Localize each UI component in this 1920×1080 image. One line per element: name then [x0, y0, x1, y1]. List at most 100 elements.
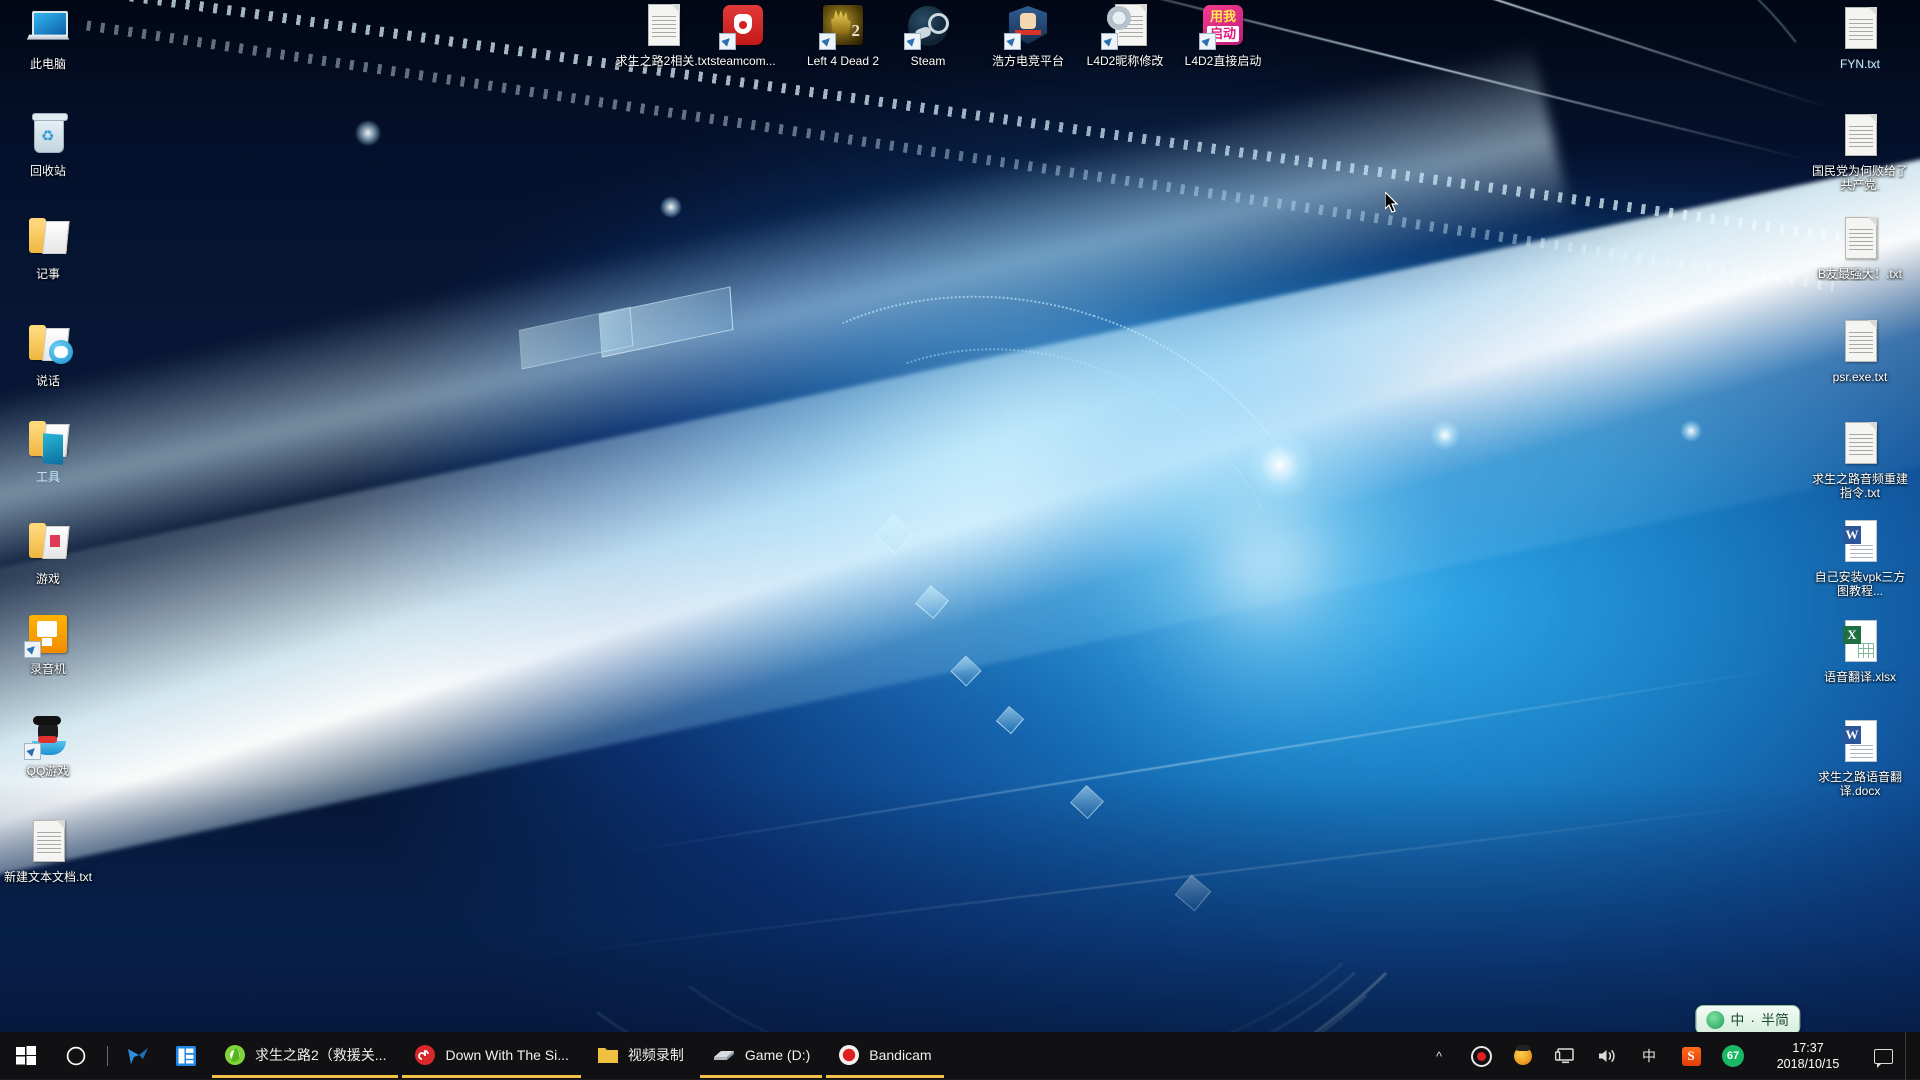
show-desktop-button[interactable] — [1905, 1032, 1914, 1080]
desktop-icon-9[interactable]: 新建文本文档.txt — [0, 818, 96, 884]
driver-booster-icon: 67 — [1722, 1045, 1744, 1067]
taskbar-task-label: 视频录制 — [627, 1046, 684, 1063]
steamcommunity-icon — [719, 2, 767, 50]
desktop-icon-label: 求生之路音频重建指令.txt — [1812, 472, 1908, 500]
tray-volume-icon[interactable] — [1587, 1032, 1627, 1080]
desktop-icon-4[interactable]: 说话 — [0, 322, 96, 388]
taskbar-task-4[interactable]: Game (D:) — [699, 1035, 823, 1078]
ime-floating-bar[interactable]: 中 · 半简 — [1695, 1005, 1800, 1035]
shortcut-overlay-icon — [24, 641, 41, 658]
desktop-wallpaper — [0, 0, 1920, 1080]
text-file-icon — [24, 818, 72, 866]
start-button[interactable] — [0, 1032, 52, 1080]
tray-ime-mode[interactable]: 中 — [1629, 1032, 1669, 1080]
record-dot-icon — [1470, 1045, 1492, 1067]
taskbar-clock[interactable]: 17:37 2018/10/15 — [1755, 1032, 1861, 1080]
desktop-icon-top-5[interactable]: 浩方电竞平台 — [980, 2, 1076, 68]
steam-icon — [904, 2, 952, 50]
l4d2-launcher-icon: 用我 启动 — [1199, 2, 1247, 50]
taskbar-task-5[interactable]: Bandicam — [826, 1035, 944, 1078]
text-file-icon — [1836, 420, 1884, 468]
desktop-icon-right-3[interactable]: B友最强大！.txt — [1812, 215, 1908, 281]
volume-icon — [1599, 1049, 1615, 1063]
folder-icon — [24, 215, 72, 263]
haofang-esports-icon — [1004, 2, 1052, 50]
tray-sogou-icon[interactable]: S — [1671, 1032, 1711, 1080]
desktop-icon-right-1[interactable]: FYN.txt — [1812, 5, 1908, 71]
excel-document-icon: X — [1836, 618, 1884, 666]
folder-icon — [24, 418, 72, 466]
folder-wechat-icon — [24, 322, 73, 370]
desktop-icon-top-2[interactable]: steamcom... — [695, 2, 791, 68]
folder-window-icon — [597, 1045, 619, 1065]
cortana-search-button[interactable] — [52, 1032, 100, 1080]
text-file-icon — [1845, 7, 1877, 49]
taskbar-task-2[interactable]: Down With The Si... — [402, 1035, 581, 1078]
taskbar-pinned-browser[interactable] — [114, 1032, 162, 1080]
blue-app-icon — [176, 1046, 196, 1066]
desktop-icon-label: 说话 — [35, 374, 60, 388]
desktop-icon-right-6[interactable]: W 自己安装vpk三方图教程... — [1812, 518, 1908, 598]
desktop-icon-6[interactable]: 游戏 — [0, 520, 96, 586]
desktop-icon-label: psr.exe.txt — [1832, 370, 1888, 384]
desktop-icon-label: B友最强大！.txt — [1817, 267, 1902, 281]
tray-qq-icon[interactable] — [1503, 1032, 1543, 1080]
tray-bandicam-record-icon[interactable] — [1461, 1032, 1501, 1080]
taskbar-task-label: 求生之路2（救援关... — [255, 1046, 387, 1063]
desktop-icon-5[interactable]: 工具 — [0, 418, 96, 484]
desktop-icon-right-7[interactable]: X 语音翻译.xlsx — [1812, 618, 1908, 684]
desktop-icon-top-4[interactable]: Steam — [880, 2, 976, 68]
desktop-icon-label: 回收站 — [29, 164, 66, 178]
desktop-icon-top-7[interactable]: 用我 启动 L4D2直接启动 — [1175, 2, 1271, 68]
desktop-icon-top-3[interactable]: 2 Left 4 Dead 2 — [795, 2, 891, 68]
shortcut-overlay-icon — [1199, 33, 1216, 50]
shortcut-overlay-icon — [819, 33, 836, 50]
tray-display-icon[interactable] — [1545, 1032, 1585, 1080]
shortcut-overlay-icon — [1004, 33, 1021, 50]
word-document-icon: W — [1836, 518, 1884, 566]
ime-name-label[interactable]: 半简 — [1761, 1010, 1789, 1030]
desktop-icon-label: Left 4 Dead 2 — [806, 54, 880, 68]
text-file-icon — [1836, 112, 1884, 160]
ime-logo-icon — [1706, 1011, 1725, 1029]
ime-mode-label[interactable]: 中 — [1730, 1010, 1744, 1030]
desktop-icon-2[interactable]: ♻ 回收站 — [0, 112, 96, 178]
wallpaper-spark — [660, 196, 682, 218]
desktop-icon-right-2[interactable]: 国民党为何败给了共产党. — [1812, 112, 1908, 192]
taskbar-task-1[interactable]: 求生之路2（救援关... — [212, 1035, 399, 1078]
taskbar-task-label: Game (D:) — [744, 1046, 811, 1063]
desktop-icon-1[interactable]: 此电脑 — [0, 5, 96, 71]
action-center-button[interactable] — [1863, 1032, 1903, 1080]
ime-separator: · — [1750, 1012, 1755, 1028]
word-document-icon: W — [1843, 720, 1877, 762]
desktop-icon-label: 求生之路语音翻译.docx — [1817, 770, 1902, 798]
taskbar-spacer — [946, 1032, 1419, 1080]
chevron-up-icon: ^ — [1435, 1048, 1443, 1064]
folder-icon — [29, 325, 73, 364]
bandicam-icon — [838, 1044, 860, 1066]
gear-icon — [1107, 6, 1131, 30]
text-file-icon — [639, 2, 687, 50]
text-file-icon — [33, 820, 65, 862]
desktop-icon-8[interactable]: QQ游戏 — [0, 712, 96, 778]
desktop-icon-right-4[interactable]: psr.exe.txt — [1812, 318, 1908, 384]
show-hidden-icons-button[interactable]: ^ — [1419, 1032, 1459, 1080]
desktop-icon-right-8[interactable]: W 求生之路语音翻译.docx — [1812, 718, 1908, 798]
text-file-icon — [1845, 320, 1877, 362]
desktop-icon-label: L4D2直接启动 — [1184, 54, 1262, 68]
desktop-icon-label: 浩方电竞平台 — [991, 54, 1064, 68]
desktop-icon-label: 录音机 — [29, 662, 66, 676]
desktop-icon-7[interactable]: 录音机 — [0, 610, 96, 676]
desktop-icon-top-6[interactable]: L4D2昵称修改 — [1077, 2, 1173, 68]
desktop-icon-label: L4D2昵称修改 — [1086, 54, 1164, 68]
desktop-icon-right-5[interactable]: 求生之路音频重建指令.txt — [1812, 420, 1908, 500]
tray-driver-booster[interactable]: 67 — [1713, 1032, 1753, 1080]
desktop-icon-3[interactable]: 记事 — [0, 215, 96, 281]
notification-bubble-icon — [1873, 1048, 1893, 1068]
folder-icon — [29, 421, 70, 465]
taskbar: 求生之路2（救援关... Down With The Si... 视频录制 Game … — [0, 1032, 1920, 1080]
wallpaper-spark — [1680, 420, 1702, 442]
taskbar-task-3[interactable]: 视频录制 — [585, 1035, 696, 1078]
left-4-dead-2-icon: 2 — [819, 2, 867, 50]
taskbar-pinned-app[interactable] — [162, 1032, 210, 1080]
